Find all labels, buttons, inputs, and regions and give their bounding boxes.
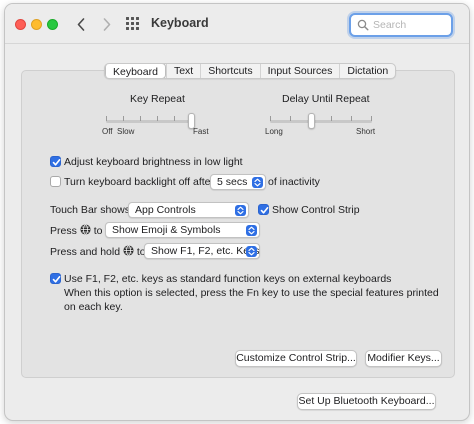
backlight-off-checkbox[interactable] xyxy=(50,176,61,187)
slider-tick xyxy=(331,116,332,121)
press-globe-value: Show Emoji & Symbols xyxy=(112,224,221,236)
slider-tick xyxy=(174,116,175,121)
fn-keys-checkbox[interactable] xyxy=(50,273,61,284)
tab-shortcuts[interactable]: Shortcuts xyxy=(200,64,259,78)
press-globe-popup[interactable]: Show Emoji & Symbols xyxy=(105,222,260,238)
delay-repeat-long-label: Long xyxy=(265,127,283,136)
checkmark-icon xyxy=(52,275,61,283)
minimize-window-button[interactable] xyxy=(31,19,42,30)
key-repeat-track xyxy=(106,120,193,123)
press-globe-prefix: Press xyxy=(50,225,77,237)
tab-input-sources[interactable]: Input Sources xyxy=(259,64,340,78)
slider-tick xyxy=(270,116,271,121)
close-window-button[interactable] xyxy=(15,19,26,30)
modifier-keys-button[interactable]: Modifier Keys... xyxy=(365,350,442,367)
slider-tick xyxy=(290,116,291,121)
globe-icon xyxy=(80,224,91,235)
checkmark-icon xyxy=(260,206,269,214)
key-repeat-off-label: Off xyxy=(102,127,113,136)
backlight-off-label: Turn keyboard backlight off after xyxy=(64,176,214,188)
key-repeat-slow-label: Slow xyxy=(117,127,135,136)
up-down-chevron-icon xyxy=(246,224,257,236)
delay-repeat-track xyxy=(270,120,372,123)
tab-dictation[interactable]: Dictation xyxy=(339,64,395,78)
up-down-chevron-icon xyxy=(246,245,257,257)
fn-keys-description: When this option is selected, press the … xyxy=(64,287,439,313)
chevron-right-icon xyxy=(103,18,111,31)
title-bar: Keyboard xyxy=(5,4,469,44)
press-hold-globe-prefix: Press and hold xyxy=(50,246,121,258)
key-repeat-label: Key Repeat xyxy=(130,93,185,105)
back-button[interactable] xyxy=(73,15,89,35)
show-all-grid-icon[interactable] xyxy=(126,17,142,31)
tab-bar: Keyboard Text Shortcuts Input Sources Di… xyxy=(104,63,397,79)
backlight-duration-popup[interactable]: 5 secs xyxy=(210,174,266,190)
press-hold-globe-value: Show F1, F2, etc. Keys xyxy=(151,245,260,257)
slider-tick xyxy=(106,116,107,121)
adjust-brightness-checkbox[interactable] xyxy=(50,156,61,167)
delay-repeat-short-label: Short xyxy=(356,127,376,136)
delay-repeat-knob[interactable] xyxy=(308,113,315,129)
backlight-suffix-label: of inactivity xyxy=(268,176,320,188)
slider-tick xyxy=(371,116,372,121)
chevron-left-icon xyxy=(77,18,85,31)
forward-button[interactable] xyxy=(99,15,115,35)
up-down-chevron-icon xyxy=(252,176,263,188)
slider-tick xyxy=(140,116,141,121)
up-down-chevron-icon xyxy=(235,204,246,216)
globe-icon xyxy=(123,245,134,256)
window-title: Keyboard xyxy=(151,16,209,30)
press-globe-suffix: to xyxy=(93,225,103,237)
search-icon xyxy=(357,19,369,31)
checkmark-icon xyxy=(52,158,61,166)
search-field[interactable] xyxy=(349,13,453,37)
slider-tick xyxy=(157,116,158,121)
search-input[interactable] xyxy=(373,17,449,33)
keyboard-preferences-window: Keyboard Keyboard Text Shortcuts Input S… xyxy=(4,3,470,421)
press-hold-globe-row: Press and hold to xyxy=(50,245,146,258)
touch-bar-value: App Controls xyxy=(135,204,196,216)
touch-bar-label: Touch Bar shows xyxy=(50,204,130,216)
press-hold-globe-popup[interactable]: Show F1, F2, etc. Keys xyxy=(144,243,260,259)
tab-text[interactable]: Text xyxy=(165,64,200,78)
press-globe-row: Press to xyxy=(50,224,102,237)
bluetooth-keyboard-button[interactable]: Set Up Bluetooth Keyboard... xyxy=(297,393,436,410)
adjust-brightness-label: Adjust keyboard brightness in low light xyxy=(64,156,243,168)
slider-tick xyxy=(123,116,124,121)
slider-tick xyxy=(351,116,352,121)
zoom-window-button[interactable] xyxy=(47,19,58,30)
touch-bar-popup[interactable]: App Controls xyxy=(128,202,249,218)
backlight-duration-value: 5 secs xyxy=(217,176,248,188)
show-control-strip-label: Show Control Strip xyxy=(272,204,360,216)
tab-keyboard[interactable]: Keyboard xyxy=(105,64,166,78)
show-control-strip-checkbox[interactable] xyxy=(258,204,269,215)
customize-control-strip-button[interactable]: Customize Control Strip... xyxy=(235,350,357,367)
key-repeat-fast-label: Fast xyxy=(193,127,209,136)
delay-repeat-label: Delay Until Repeat xyxy=(282,93,370,105)
fn-keys-label: Use F1, F2, etc. keys as standard functi… xyxy=(64,273,392,285)
